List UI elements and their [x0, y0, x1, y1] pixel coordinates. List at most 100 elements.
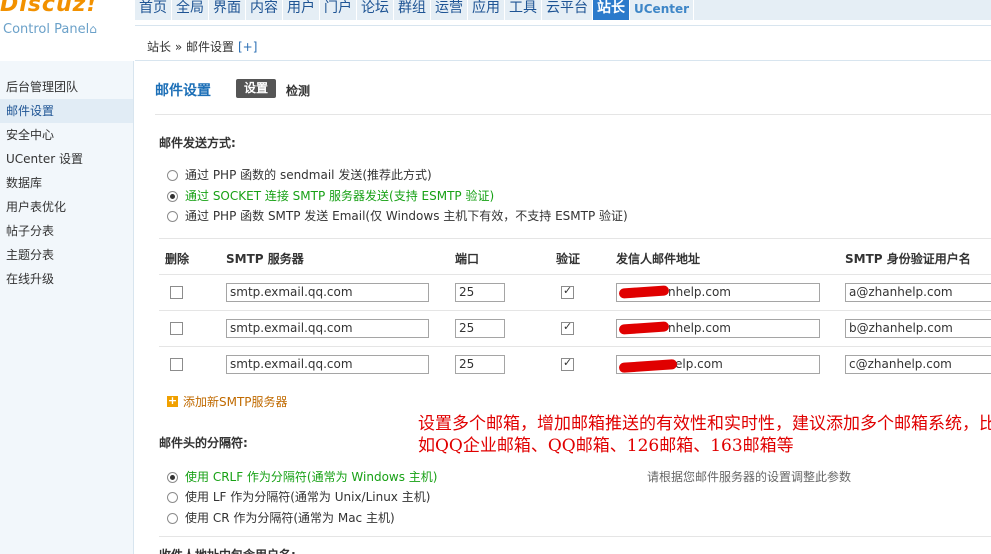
separator-option-lf[interactable]: 使用 LF 作为分隔符(通常为 Unix/Linux 主机)	[167, 488, 430, 506]
redaction-mark	[618, 285, 670, 299]
from-address-input[interactable]: elp.com	[616, 355, 820, 374]
annotation-note: 设置多个邮箱，增加邮箱推送的有效性和实时性，建议添加多个邮箱系统，比如QQ企业邮…	[418, 414, 991, 456]
divider	[159, 536, 991, 537]
plus-icon: +	[167, 394, 178, 407]
radio-button-selected[interactable]	[167, 471, 178, 483]
tab-settings[interactable]: 设置	[236, 79, 276, 98]
smtp-server-input[interactable]: smtp.exmail.qq.com	[226, 283, 429, 302]
from-address-visible: nhelp.com	[668, 321, 731, 335]
delete-checkbox[interactable]	[170, 286, 183, 299]
option-label: 使用 CR 作为分隔符(通常为 Mac 主机)	[185, 511, 395, 525]
sidebar-item-user-table[interactable]: 用户表优化	[0, 195, 133, 219]
top-nav: 首页 全局 界面 内容 用户 门户 论坛 群组 运营 应用 工具 云平台 站长 …	[135, 0, 991, 20]
port-input[interactable]: 25	[455, 355, 505, 374]
col-port: 端口	[455, 252, 480, 266]
nav-home[interactable]: 首页	[135, 0, 172, 20]
redaction-mark	[618, 321, 670, 335]
from-address-input[interactable]: nhelp.com	[616, 283, 820, 302]
radio-button[interactable]	[167, 169, 178, 181]
redaction-mark	[618, 358, 678, 373]
option-label: 通过 SOCKET 连接 SMTP 服务器发送(支持 ESMTP 验证)	[185, 189, 495, 203]
auth-username-input[interactable]: a@zhanhelp.com	[845, 283, 991, 302]
home-icon[interactable]: ⌂	[89, 22, 97, 36]
auth-checkbox[interactable]	[561, 284, 574, 299]
tab-test[interactable]: 检测	[286, 82, 310, 99]
breadcrumb-path[interactable]: 站长 » 邮件设置	[147, 40, 234, 54]
sidebar-item-database[interactable]: 数据库	[0, 171, 133, 195]
nav-cloud[interactable]: 云平台	[542, 0, 593, 20]
sidebar-item-thread-split[interactable]: 主题分表	[0, 243, 133, 267]
col-auth: 验证	[556, 252, 581, 266]
option-label: 通过 PHP 函数 SMTP 发送 Email(仅 Windows 主机下有效，…	[185, 209, 628, 223]
divider	[159, 274, 991, 275]
port-input[interactable]: 25	[455, 283, 505, 302]
col-delete: 删除	[165, 252, 190, 266]
from-address-visible: elp.com	[675, 357, 723, 371]
logo-subtitle: Control Panel⌂	[3, 22, 97, 37]
col-auth-username: SMTP 身份验证用户名	[845, 252, 971, 266]
sidebar-item-post-split[interactable]: 帖子分表	[0, 219, 133, 243]
nav-portal[interactable]: 门户	[320, 0, 357, 20]
sidebar-item-security[interactable]: 安全中心	[0, 123, 133, 147]
nav-operations[interactable]: 运营	[431, 0, 468, 20]
smtp-server-input[interactable]: smtp.exmail.qq.com	[226, 319, 429, 338]
nav-global[interactable]: 全局	[172, 0, 209, 20]
nav-interface[interactable]: 界面	[209, 0, 246, 20]
from-address-visible: nhelp.com	[668, 285, 731, 299]
nav-apps[interactable]: 应用	[468, 0, 505, 20]
page-title: 邮件设置	[155, 83, 211, 99]
add-smtp-server-button[interactable]: + 添加新SMTP服务器	[167, 393, 288, 410]
auth-username-input[interactable]: b@zhanhelp.com	[845, 319, 991, 338]
nav-webmaster[interactable]: 站长	[593, 0, 630, 20]
option-label: 通过 PHP 函数的 sendmail 发送(推荐此方式)	[185, 168, 432, 182]
add-shortcut-link[interactable]: [+]	[238, 40, 257, 54]
auth-checkbox[interactable]	[561, 320, 574, 335]
sidebar-item-ucenter[interactable]: UCenter 设置	[0, 147, 133, 171]
radio-button-selected[interactable]	[167, 190, 178, 202]
nav-tools[interactable]: 工具	[505, 0, 542, 20]
option-label: 使用 LF 作为分隔符(通常为 Unix/Linux 主机)	[185, 490, 431, 504]
sidebar-item-upgrade[interactable]: 在线升级	[0, 267, 133, 291]
separator-hint: 请根据您邮件服务器的设置调整此参数	[647, 470, 852, 484]
nav-groups[interactable]: 群组	[394, 0, 431, 20]
radio-button[interactable]	[167, 210, 178, 222]
nav-users[interactable]: 用户	[283, 0, 320, 20]
sidebar-item-mail-settings[interactable]: 邮件设置	[0, 99, 133, 123]
sidebar: 后台管理团队 邮件设置 安全中心 UCenter 设置 数据库 用户表优化 帖子…	[0, 61, 134, 554]
send-method-option-php-smtp[interactable]: 通过 PHP 函数 SMTP 发送 Email(仅 Windows 主机下有效，…	[167, 207, 628, 225]
divider	[155, 114, 991, 115]
nav-ucenter[interactable]: UCenter	[630, 0, 695, 20]
sidebar-item-admin-team[interactable]: 后台管理团队	[0, 75, 133, 99]
add-smtp-server-label: 添加新SMTP服务器	[183, 395, 288, 409]
divider	[159, 238, 991, 239]
separator-option-cr[interactable]: 使用 CR 作为分隔符(通常为 Mac 主机)	[167, 509, 395, 527]
radio-button[interactable]	[167, 512, 178, 524]
send-method-heading: 邮件发送方式:	[159, 136, 236, 150]
nav-forum[interactable]: 论坛	[357, 0, 394, 20]
from-address-input[interactable]: nhelp.com	[616, 319, 820, 338]
breadcrumb: 站长 » 邮件设置 [+]	[147, 38, 257, 55]
smtp-server-input[interactable]: smtp.exmail.qq.com	[226, 355, 429, 374]
logo-subtitle-text: Control Panel	[3, 22, 90, 37]
logo[interactable]: Discuz! Control Panel⌂	[0, 0, 135, 60]
logo-brand: Discuz!	[0, 0, 98, 17]
main-content: 邮件设置 设置 检测 邮件发送方式: 通过 PHP 函数的 sendmail 发…	[135, 62, 991, 554]
delete-checkbox[interactable]	[170, 322, 183, 335]
breadcrumb-bar: 站长 » 邮件设置 [+]	[135, 25, 991, 61]
auth-checkbox[interactable]	[561, 356, 574, 371]
radio-button[interactable]	[167, 491, 178, 503]
nav-content[interactable]: 内容	[246, 0, 283, 20]
send-method-option-socket[interactable]: 通过 SOCKET 连接 SMTP 服务器发送(支持 ESMTP 验证)	[167, 187, 494, 205]
auth-username-input[interactable]: c@zhanhelp.com	[845, 355, 991, 374]
separator-option-crlf[interactable]: 使用 CRLF 作为分隔符(通常为 Windows 主机)	[167, 468, 438, 486]
col-from-address: 发信人邮件地址	[616, 252, 701, 266]
divider	[159, 346, 991, 347]
separator-heading: 邮件头的分隔符:	[159, 436, 248, 450]
divider	[159, 310, 991, 311]
col-smtp-server: SMTP 服务器	[226, 252, 304, 266]
port-input[interactable]: 25	[455, 319, 505, 338]
recipient-heading: 收件人地址中包含用户名:	[159, 546, 296, 554]
send-method-option-sendmail[interactable]: 通过 PHP 函数的 sendmail 发送(推荐此方式)	[167, 166, 432, 184]
option-label: 使用 CRLF 作为分隔符(通常为 Windows 主机)	[185, 470, 438, 484]
delete-checkbox[interactable]	[170, 358, 183, 371]
